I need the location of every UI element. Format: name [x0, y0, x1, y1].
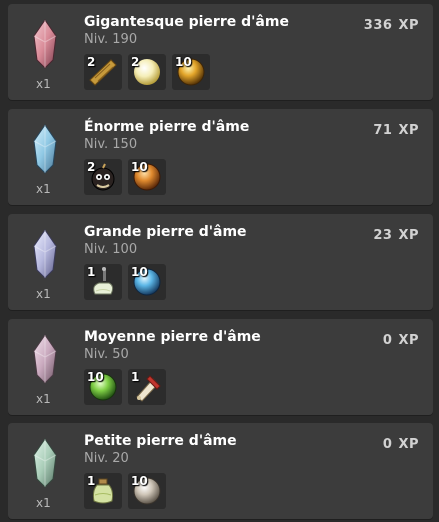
ingredient-list: 1 10 — [84, 264, 166, 300]
ingredient-slot[interactable]: 2 — [84, 159, 122, 195]
quantity-label: x1 — [36, 182, 51, 196]
xp-value: 71 XP — [373, 123, 419, 138]
ingredient-count: 10 — [175, 55, 192, 69]
huge-soul-stone-icon — [33, 124, 57, 174]
xp-number: 0 — [382, 437, 393, 452]
recipe-card-gigantic[interactable]: x1 Gigantesque pierre d'âme Niv. 190 336… — [8, 4, 433, 100]
xp-value: 0 XP — [383, 333, 419, 348]
ingredient-slot[interactable]: 1 — [84, 473, 122, 509]
ingredient-slot[interactable]: 10 — [128, 264, 166, 300]
ingredient-list: 2 2 10 — [84, 54, 210, 90]
ingredient-slot[interactable]: 1 — [84, 264, 122, 300]
xp-number: 71 — [373, 123, 393, 138]
ingredient-slot[interactable]: 2 — [84, 54, 122, 90]
quantity-label: x1 — [36, 77, 51, 91]
ingredient-count: 10 — [131, 265, 148, 279]
ingredient-count: 10 — [131, 474, 148, 488]
ingredient-count: 10 — [131, 160, 148, 174]
xp-unit: XP — [398, 333, 419, 348]
ingredient-list: 10 1 — [84, 369, 166, 405]
recipe-card-large[interactable]: x1 Grande pierre d'âme Niv. 100 23 XP 1 1… — [8, 214, 433, 310]
recipe-level: Niv. 150 — [84, 137, 138, 152]
recipe-card-medium[interactable]: x1 Moyenne pierre d'âme Niv. 50 0 XP 10 1 — [8, 319, 433, 415]
ingredient-slot[interactable]: 2 — [128, 54, 166, 90]
ingredient-slot[interactable]: 10 — [128, 473, 166, 509]
recipe-name: Gigantesque pierre d'âme — [84, 14, 289, 30]
xp-unit: XP — [398, 228, 419, 243]
recipe-level: Niv. 190 — [84, 32, 138, 47]
ingredient-slot[interactable]: 1 — [128, 369, 166, 405]
xp-value: 23 XP — [373, 228, 419, 243]
large-soul-stone-icon — [33, 229, 57, 279]
recipe-card-huge[interactable]: x1 Énorme pierre d'âme Niv. 150 71 XP 2 1… — [8, 109, 433, 205]
recipe-level: Niv. 50 — [84, 347, 129, 362]
quantity-label: x1 — [36, 287, 51, 301]
xp-unit: XP — [398, 123, 419, 138]
quantity-label: x1 — [36, 496, 51, 510]
ingredient-count: 2 — [87, 160, 96, 174]
small-soul-stone-icon — [33, 438, 57, 488]
ingredient-list: 1 10 — [84, 473, 166, 509]
xp-value: 0 XP — [383, 437, 419, 452]
ingredient-count: 10 — [87, 370, 104, 384]
ingredient-count: 1 — [87, 474, 96, 488]
recipe-level: Niv. 100 — [84, 242, 138, 257]
ingredient-count: 1 — [131, 370, 140, 384]
medium-soul-stone-icon — [33, 334, 57, 384]
ingredient-count: 2 — [131, 55, 140, 69]
ingredient-count: 1 — [87, 265, 96, 279]
xp-unit: XP — [398, 437, 419, 452]
ingredient-slot[interactable]: 10 — [172, 54, 210, 90]
recipe-name: Petite pierre d'âme — [84, 433, 237, 449]
quantity-label: x1 — [36, 392, 51, 406]
gigantic-soul-stone-icon — [33, 19, 57, 69]
recipe-name: Énorme pierre d'âme — [84, 119, 250, 135]
xp-value: 336 XP — [364, 18, 419, 33]
ingredient-list: 2 10 — [84, 159, 166, 195]
recipe-level: Niv. 20 — [84, 451, 129, 466]
ingredient-slot[interactable]: 10 — [128, 159, 166, 195]
xp-unit: XP — [398, 18, 419, 33]
recipe-name: Moyenne pierre d'âme — [84, 329, 261, 345]
recipe-name: Grande pierre d'âme — [84, 224, 247, 240]
ingredient-count: 2 — [87, 55, 96, 69]
soul-stone-recipe-list: x1 Gigantesque pierre d'âme Niv. 190 336… — [0, 0, 439, 522]
ingredient-slot[interactable]: 10 — [84, 369, 122, 405]
xp-number: 336 — [363, 18, 393, 33]
xp-number: 0 — [382, 333, 393, 348]
xp-number: 23 — [373, 228, 393, 243]
recipe-card-small[interactable]: x1 Petite pierre d'âme Niv. 20 0 XP 1 10 — [8, 423, 433, 519]
